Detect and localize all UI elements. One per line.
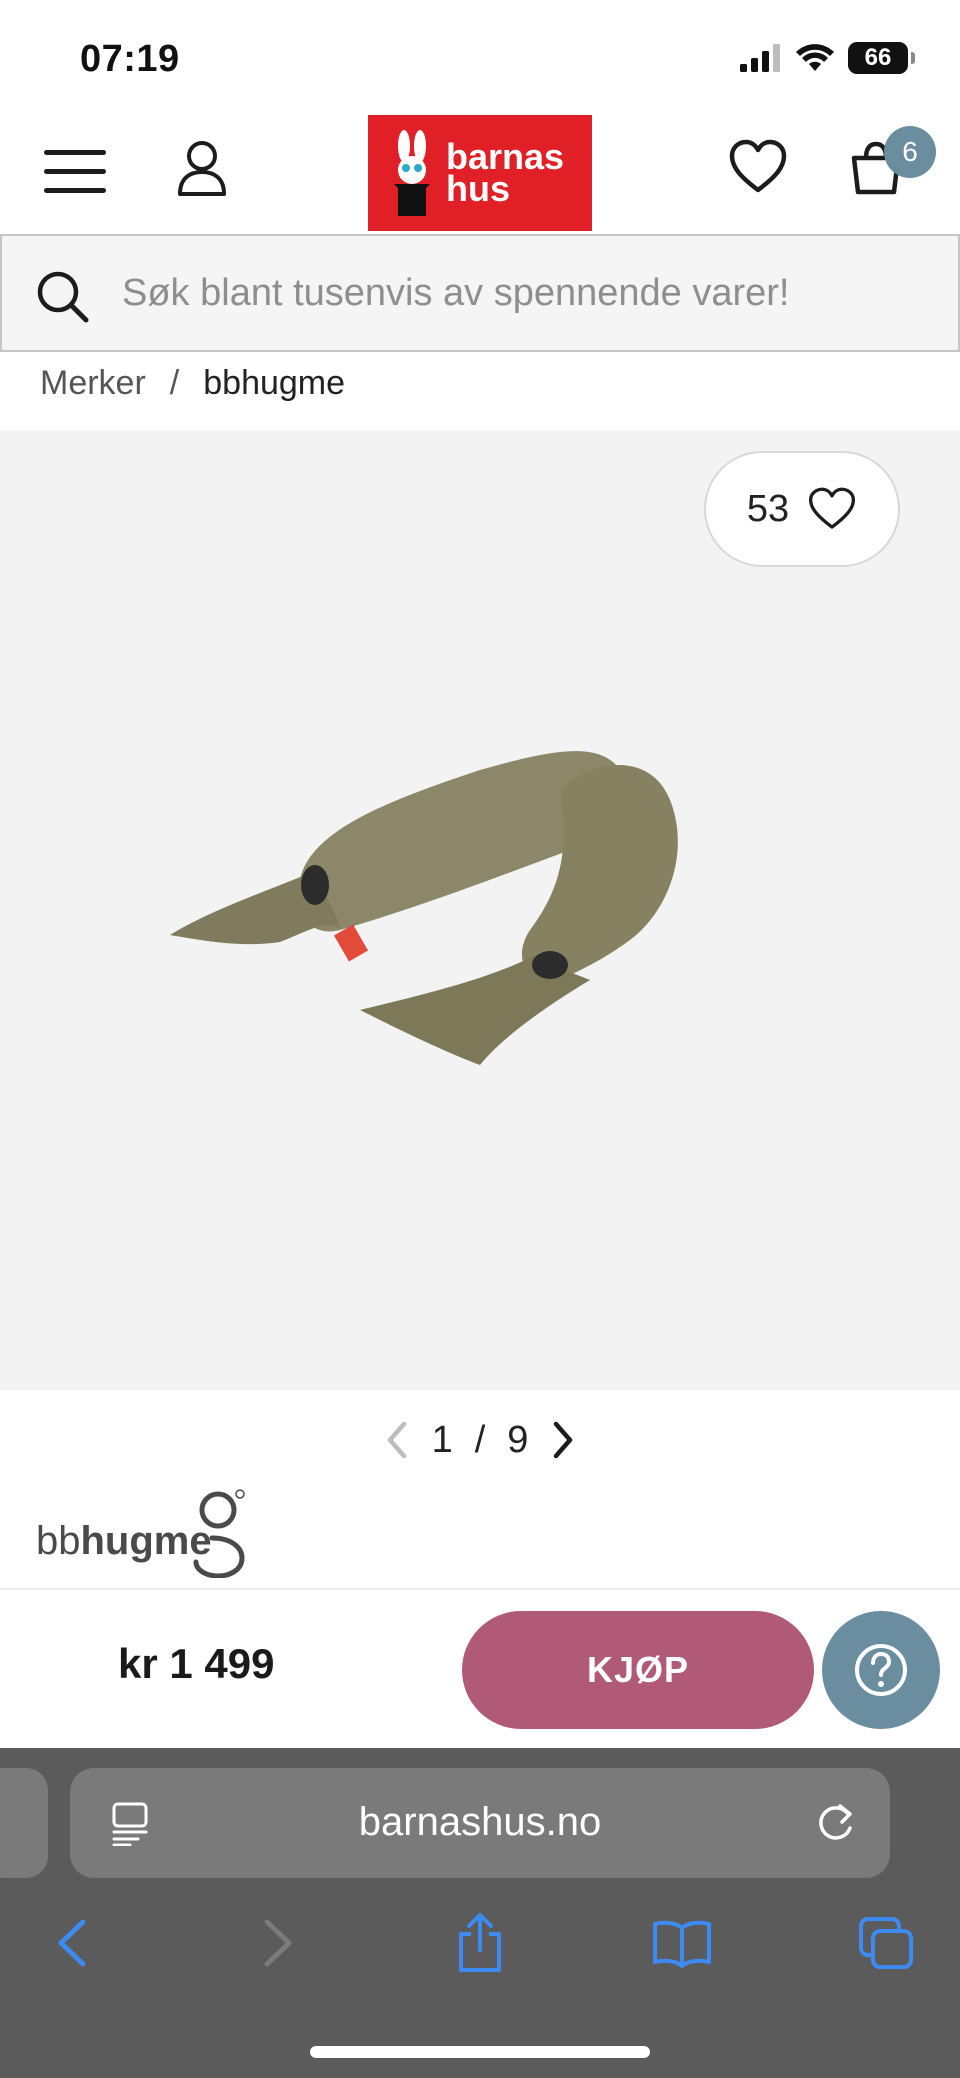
battery-icon: 66 <box>848 42 915 74</box>
share-icon <box>459 1913 501 1972</box>
brand-logo[interactable]: bbhugme <box>36 1486 276 1579</box>
breadcrumb-current: bbhugme <box>203 364 346 402</box>
heart-icon <box>809 487 856 529</box>
back-button[interactable] <box>32 1908 112 1978</box>
favorite-count-button[interactable]: 53 <box>704 451 900 567</box>
reload-icon[interactable] <box>814 1800 858 1846</box>
tabs-button[interactable] <box>846 1908 926 1978</box>
logo-line-2: hus <box>446 168 511 209</box>
chevron-left-icon[interactable] <box>384 1420 410 1460</box>
menu-icon[interactable] <box>44 148 108 196</box>
status-time: 07:19 <box>80 38 180 80</box>
site-logo[interactable]: barnas hus <box>368 115 592 231</box>
tabs-icon <box>859 1917 913 1969</box>
home-indicator <box>310 2046 650 2058</box>
wifi-icon <box>796 44 834 71</box>
signal-icon <box>740 44 780 72</box>
pager-total: 9 <box>507 1418 529 1461</box>
favorite-count: 53 <box>746 487 790 530</box>
pager-separator: / <box>474 1418 486 1461</box>
product-image-gallery[interactable] <box>0 430 960 1390</box>
product-price: kr 1 499 <box>118 1640 275 1687</box>
product-image <box>170 751 678 1065</box>
url-text[interactable]: barnashus.no <box>70 1800 890 1845</box>
previous-tab-stub[interactable] <box>0 1768 48 1878</box>
chevron-right-icon[interactable] <box>550 1420 576 1460</box>
brand-logo-mark: bbhugme <box>36 1489 245 1579</box>
logo-text: barnas hus <box>446 139 564 209</box>
image-pager: 1 / 9 <box>380 1412 580 1468</box>
buy-button[interactable]: KJØP <box>462 1611 814 1729</box>
wishlist-heart-icon[interactable] <box>728 138 788 196</box>
bookmarks-button[interactable] <box>642 1908 722 1978</box>
search-icon <box>37 271 89 323</box>
breadcrumb: Merker / bbhugme <box>40 364 345 403</box>
forward-arrow-icon <box>264 1919 292 1967</box>
breadcrumb-separator: / <box>169 364 180 402</box>
share-button[interactable] <box>440 1908 520 1978</box>
breadcrumb-link-brands[interactable]: Merker <box>40 364 146 403</box>
divider <box>0 1588 960 1590</box>
forward-button[interactable] <box>238 1908 318 1978</box>
help-button[interactable] <box>822 1611 940 1729</box>
search-bar[interactable]: Søk blant tusenvis av spennende varer! <box>0 234 960 352</box>
back-arrow-icon <box>58 1919 86 1967</box>
svg-text:bbhugme: bbhugme <box>36 1519 212 1563</box>
search-input[interactable]: Søk blant tusenvis av spennende varer! <box>122 272 790 315</box>
rabbit-logo-icon <box>394 130 430 216</box>
pager-current: 1 <box>431 1418 453 1461</box>
cart-count-badge: 6 <box>884 126 936 178</box>
question-icon <box>855 1644 907 1696</box>
status-icons: 66 <box>740 38 915 78</box>
book-icon <box>653 1920 711 1968</box>
account-icon[interactable] <box>176 140 228 198</box>
